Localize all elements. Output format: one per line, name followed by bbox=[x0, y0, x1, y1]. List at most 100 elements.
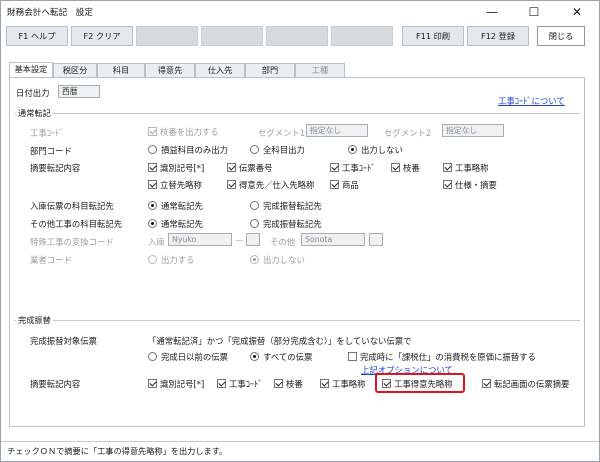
group-divider bbox=[14, 320, 580, 321]
date-output-field[interactable]: 西暦 bbox=[58, 85, 100, 98]
tekiyo-check-branch[interactable]: 枝番 bbox=[391, 162, 420, 174]
empty-fkey-button bbox=[266, 26, 328, 46]
segment2-label: セグメント2 bbox=[384, 128, 432, 138]
checkbox-icon bbox=[148, 127, 157, 136]
date-output-label: 日付出力 bbox=[16, 88, 50, 98]
radio-icon bbox=[148, 352, 157, 361]
gyosha-opt-output[interactable]: 出力する bbox=[148, 254, 195, 266]
segment2-field[interactable]: 指定なし bbox=[442, 124, 504, 137]
checkbox-label: 識別記号[*] bbox=[160, 163, 205, 173]
radio-label: すべての伝票 bbox=[263, 352, 313, 362]
radio-icon bbox=[250, 201, 259, 210]
maximize-button[interactable]: ☐ bbox=[513, 1, 555, 23]
complete-check-koji-code[interactable]: 工事ｺｰﾄﾞ bbox=[217, 378, 263, 390]
koji-code-link[interactable]: 工事ｺｰﾄﾞについて bbox=[498, 95, 565, 107]
checkbox-label: 仕様・摘要 bbox=[455, 180, 497, 190]
complete-target-label: 完成振替対象伝票 bbox=[30, 336, 97, 346]
complete-opt-before-date[interactable]: 完成日以前の伝票 bbox=[148, 351, 228, 363]
complete-check-id-mark[interactable]: 識別記号[*] bbox=[148, 378, 204, 390]
bumon-opt-pl-only[interactable]: 損益科目のみ出力 bbox=[148, 144, 228, 156]
radio-label: 完成振替転記先 bbox=[263, 201, 322, 211]
complete-check-branch[interactable]: 枝番 bbox=[274, 378, 303, 390]
tekiyo-check-id-mark[interactable]: 識別記号[*] bbox=[148, 162, 204, 174]
tab-work-type[interactable]: 工種 bbox=[295, 63, 345, 78]
f2-clear-button[interactable]: F2 クリア bbox=[71, 26, 133, 46]
tekiyo-check-slip-no[interactable]: 伝票番号 bbox=[227, 162, 273, 174]
minimize-button[interactable]: — bbox=[471, 1, 513, 23]
checkbox-icon bbox=[274, 379, 283, 388]
radio-label: 完成日以前の伝票 bbox=[161, 352, 228, 362]
gyosha-code-label: 業者コード bbox=[30, 255, 72, 265]
checkbox-icon bbox=[148, 180, 157, 189]
tekiyo-check-advance-abbr[interactable]: 立替先略称 bbox=[148, 179, 202, 191]
tokushu-code-label: 特殊工事の変換コード bbox=[30, 237, 114, 247]
branch-output-checkbox[interactable]: 枝番を出力する bbox=[148, 126, 219, 138]
tokushu-other-field[interactable]: Sonota bbox=[301, 233, 365, 246]
sonota-opt-normal[interactable]: 通常転記先 bbox=[148, 218, 203, 230]
radio-icon bbox=[250, 255, 259, 264]
group-divider bbox=[14, 113, 580, 114]
checkbox-icon bbox=[391, 163, 400, 172]
checkbox-label: 枝番 bbox=[286, 379, 303, 389]
tab-department[interactable]: 部門 bbox=[245, 63, 295, 78]
radio-icon bbox=[250, 145, 259, 154]
bumon-code-label: 部門コード bbox=[30, 146, 72, 156]
checkbox-icon bbox=[227, 163, 236, 172]
checkbox-label: 工事略称 bbox=[455, 163, 489, 173]
radio-label: 通常転記先 bbox=[161, 219, 203, 229]
complete-opt-all[interactable]: すべての伝票 bbox=[250, 351, 312, 363]
complete-check-slip-memo[interactable]: 転記画面の伝票摘要 bbox=[482, 378, 569, 390]
checkbox-icon bbox=[330, 180, 339, 189]
complete-group-label: 完成振替 bbox=[16, 314, 53, 326]
empty-fkey-button bbox=[331, 26, 393, 46]
nyuko-opt-complete[interactable]: 完成振替転記先 bbox=[250, 200, 322, 212]
tekiyo-check-koji-code[interactable]: 工事ｺｰﾄﾞ bbox=[330, 162, 376, 174]
complete-check-koji-abbr[interactable]: 工事略称 bbox=[320, 378, 366, 390]
f1-help-button[interactable]: F1 ヘルプ bbox=[6, 26, 68, 46]
checkbox-icon bbox=[227, 180, 236, 189]
tekiyo-check-koji-abbr[interactable]: 工事略称 bbox=[443, 162, 489, 174]
segment1-field[interactable]: 指定なし bbox=[306, 124, 368, 137]
function-toolbar: F1 ヘルプ F2 クリア F11 印刷 F12 登録 閉じる bbox=[1, 23, 599, 49]
checkbox-icon bbox=[482, 379, 491, 388]
normal-group-label: 通常転記 bbox=[16, 107, 53, 119]
complete-tax-transfer-checkbox[interactable]: 完成時に「課税仕」の消費税を原価に振替する bbox=[348, 351, 536, 363]
tab-tax[interactable]: 税区分 bbox=[53, 63, 97, 78]
radio-label: 通常転記先 bbox=[161, 201, 203, 211]
tab-supplier[interactable]: 仕入先 bbox=[195, 63, 245, 78]
f11-print-button[interactable]: F11 印刷 bbox=[402, 26, 464, 46]
checkbox-label: 工事略称 bbox=[332, 379, 366, 389]
f12-register-button[interactable]: F12 登録 bbox=[467, 26, 529, 46]
status-message: チェックＯＮで摘要に「工事の得意先略称」を出力します。 bbox=[7, 446, 228, 456]
bumon-opt-all[interactable]: 全科目出力 bbox=[250, 144, 305, 156]
tab-account[interactable]: 科目 bbox=[97, 63, 145, 78]
tekiyo-check-partner-abbr[interactable]: 得意先／仕入先略称 bbox=[227, 179, 314, 191]
gyosha-opt-none[interactable]: 出力しない bbox=[250, 254, 305, 266]
checkbox-label: 得意先／仕入先略称 bbox=[239, 180, 315, 190]
tokushu-other-sub-field[interactable] bbox=[369, 233, 383, 246]
radio-label: 全科目出力 bbox=[263, 145, 305, 155]
checkbox-label: 商品 bbox=[342, 180, 359, 190]
tab-customer[interactable]: 得意先 bbox=[145, 63, 195, 78]
tokushu-other-label: その他 bbox=[270, 237, 296, 247]
sonota-account-label: その他工事の科目転記先 bbox=[30, 219, 123, 229]
tekiyo-check-spec[interactable]: 仕様・摘要 bbox=[443, 179, 497, 191]
checkbox-icon bbox=[217, 379, 226, 388]
radio-label: 完成振替転記先 bbox=[263, 219, 322, 229]
checkbox-label: 転記画面の伝票摘要 bbox=[494, 379, 570, 389]
tab-basic[interactable]: 基本設定 bbox=[9, 62, 53, 78]
radio-icon bbox=[148, 145, 157, 154]
highlight-frame bbox=[375, 373, 465, 393]
tokushu-in-sub-field[interactable] bbox=[246, 233, 260, 246]
checkbox-label: 枝番を出力する bbox=[160, 127, 219, 137]
radio-label: 出力する bbox=[161, 255, 195, 265]
tekiyo-check-product[interactable]: 商品 bbox=[330, 179, 359, 191]
close-window-button[interactable]: ✕ bbox=[556, 1, 598, 23]
checkbox-label: 立替先略称 bbox=[160, 180, 202, 190]
window-title: 財務会計へ転記 設定 bbox=[7, 8, 93, 18]
nyuko-opt-normal[interactable]: 通常転記先 bbox=[148, 200, 203, 212]
close-button[interactable]: 閉じる bbox=[537, 26, 585, 46]
tokushu-in-field[interactable]: Nyuko bbox=[168, 233, 232, 246]
bumon-opt-none[interactable]: 出力しない bbox=[348, 144, 403, 156]
sonota-opt-complete[interactable]: 完成振替転記先 bbox=[250, 218, 322, 230]
